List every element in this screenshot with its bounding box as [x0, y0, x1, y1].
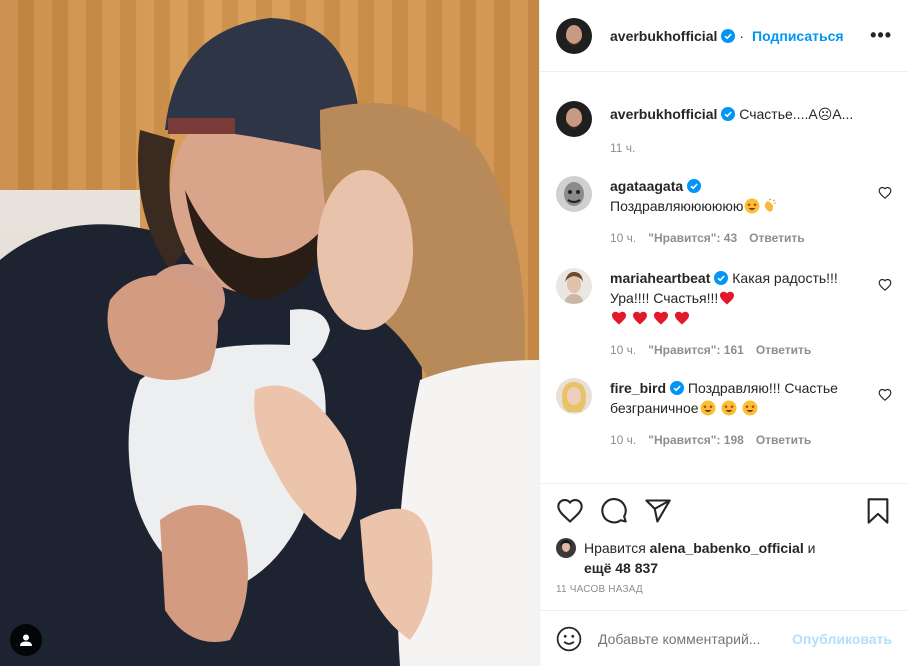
- star-eyes-emoji-icon: [742, 400, 758, 416]
- red-heart-emoji-icon: [654, 311, 668, 325]
- post-panel: averbukhofficial · Подписаться ••• averb…: [539, 0, 908, 666]
- post-actions: Нравится alena_babenko_official и ещё 48…: [540, 483, 908, 595]
- user-tag-icon: [20, 634, 32, 646]
- clapping-hands-emoji-icon: [765, 198, 777, 212]
- caption-body: averbukhofficial Счастье....А☹А... 11 ч.: [610, 101, 892, 158]
- verified-badge-icon: [721, 28, 736, 43]
- share-paper-plane-icon[interactable]: [644, 497, 672, 525]
- star-eyes-emoji-icon: [721, 400, 737, 416]
- comment-text: Поздравляюююююю: [610, 198, 744, 214]
- comment-body: mariaheartbeat Какая радость!!! Ура!!!! …: [610, 268, 892, 360]
- author-avatar[interactable]: [556, 17, 592, 54]
- like-heart-icon[interactable]: [556, 497, 584, 525]
- add-comment-bar: Опубликовать: [540, 610, 908, 666]
- verified-badge-icon: [670, 381, 685, 395]
- comment-item: mariaheartbeat Какая радость!!! Ура!!!! …: [556, 268, 892, 360]
- caption-text: Счастье....А☹А...: [739, 106, 854, 122]
- comment-username[interactable]: fire_bird: [610, 380, 666, 396]
- comment-body: fire_bird Поздравляю!!! Счастье безграни…: [610, 378, 892, 450]
- like-comment-heart-icon[interactable]: [878, 278, 892, 292]
- comment-username[interactable]: agataagata: [610, 178, 683, 194]
- comment-likes[interactable]: "Нравится": 43: [648, 228, 737, 248]
- comment-meta: 10 ч. "Нравится": 161 Ответить: [610, 340, 866, 360]
- caption-avatar[interactable]: [556, 101, 592, 137]
- red-heart-emoji-icon: [633, 311, 647, 325]
- likes-and: и: [807, 540, 816, 556]
- red-heart-emoji-icon: [720, 291, 735, 305]
- comment-bubble-icon[interactable]: [600, 497, 628, 525]
- comment-meta: 10 ч. "Нравится": 43 Ответить: [610, 228, 866, 248]
- comment-time[interactable]: 10 ч.: [610, 340, 636, 360]
- red-heart-emoji-icon: [675, 311, 689, 325]
- post-time-ago[interactable]: 11 ЧАСОВ НАЗАД: [556, 584, 892, 595]
- reply-button[interactable]: Ответить: [749, 228, 804, 248]
- header-dot: ·: [739, 27, 745, 44]
- comment-time[interactable]: 10 ч.: [610, 430, 636, 450]
- follow-button[interactable]: Подписаться: [752, 28, 844, 44]
- emoji-smile-icon[interactable]: [556, 626, 582, 652]
- star-eyes-emoji-icon: [700, 400, 716, 416]
- like-comment-heart-icon[interactable]: [878, 186, 892, 200]
- save-bookmark-icon[interactable]: [864, 497, 892, 525]
- caption-time[interactable]: 11 ч.: [610, 138, 635, 158]
- photo-illustration: [0, 18, 539, 666]
- comment-username[interactable]: mariaheartbeat: [610, 270, 710, 286]
- comment-time[interactable]: 10 ч.: [610, 228, 636, 248]
- post-comment-button[interactable]: Опубликовать: [792, 631, 892, 647]
- comment-likes[interactable]: "Нравится": 161: [648, 340, 744, 360]
- liker-avatar[interactable]: [556, 538, 576, 558]
- reply-button[interactable]: Ответить: [756, 430, 811, 450]
- likes-others-count[interactable]: ещё 48 837: [584, 560, 658, 576]
- post-photo[interactable]: [0, 0, 539, 666]
- reply-button[interactable]: Ответить: [756, 340, 811, 360]
- red-heart-emoji-icon: [612, 311, 626, 325]
- likes-prefix: Нравится: [584, 540, 646, 556]
- comment-likes[interactable]: "Нравится": 198: [648, 430, 744, 450]
- comment-item: fire_bird Поздравляю!!! Счастье безграни…: [556, 378, 892, 450]
- comment-item: agataagata Поздравляюююююю 10 ч. "Нравит…: [556, 176, 892, 248]
- comment-body: agataagata Поздравляюююююю 10 ч. "Нравит…: [610, 176, 892, 248]
- caption-username[interactable]: averbukhofficial: [610, 106, 717, 122]
- tagged-users-button[interactable]: [10, 624, 42, 656]
- verified-badge-icon: [714, 271, 729, 285]
- action-bar: [556, 496, 892, 526]
- caption-meta: 11 ч.: [610, 138, 866, 158]
- verified-badge-icon: [721, 107, 736, 121]
- verified-badge-icon: [687, 179, 702, 193]
- likes-summary: Нравится alena_babenko_official и ещё 48…: [556, 538, 892, 578]
- caption: averbukhofficial Счастье....А☹А... 11 ч.: [556, 101, 892, 158]
- comment-input[interactable]: [598, 630, 793, 647]
- comment-avatar[interactable]: [556, 176, 592, 212]
- more-options-icon[interactable]: •••: [870, 25, 892, 46]
- comment-avatar[interactable]: [556, 378, 592, 414]
- liker-username[interactable]: alena_babenko_official: [650, 540, 804, 556]
- likes-text: Нравится alena_babenko_official и ещё 48…: [584, 538, 815, 578]
- comment-meta: 10 ч. "Нравится": 198 Ответить: [610, 430, 866, 450]
- star-eyes-emoji-icon: [744, 198, 760, 214]
- like-comment-heart-icon[interactable]: [878, 388, 892, 402]
- comments-list[interactable]: averbukhofficial Счастье....А☹А... 11 ч.…: [540, 73, 908, 483]
- post-header: averbukhofficial · Подписаться •••: [540, 0, 908, 72]
- comment-avatar[interactable]: [556, 268, 592, 304]
- author-username[interactable]: averbukhofficial: [610, 28, 717, 44]
